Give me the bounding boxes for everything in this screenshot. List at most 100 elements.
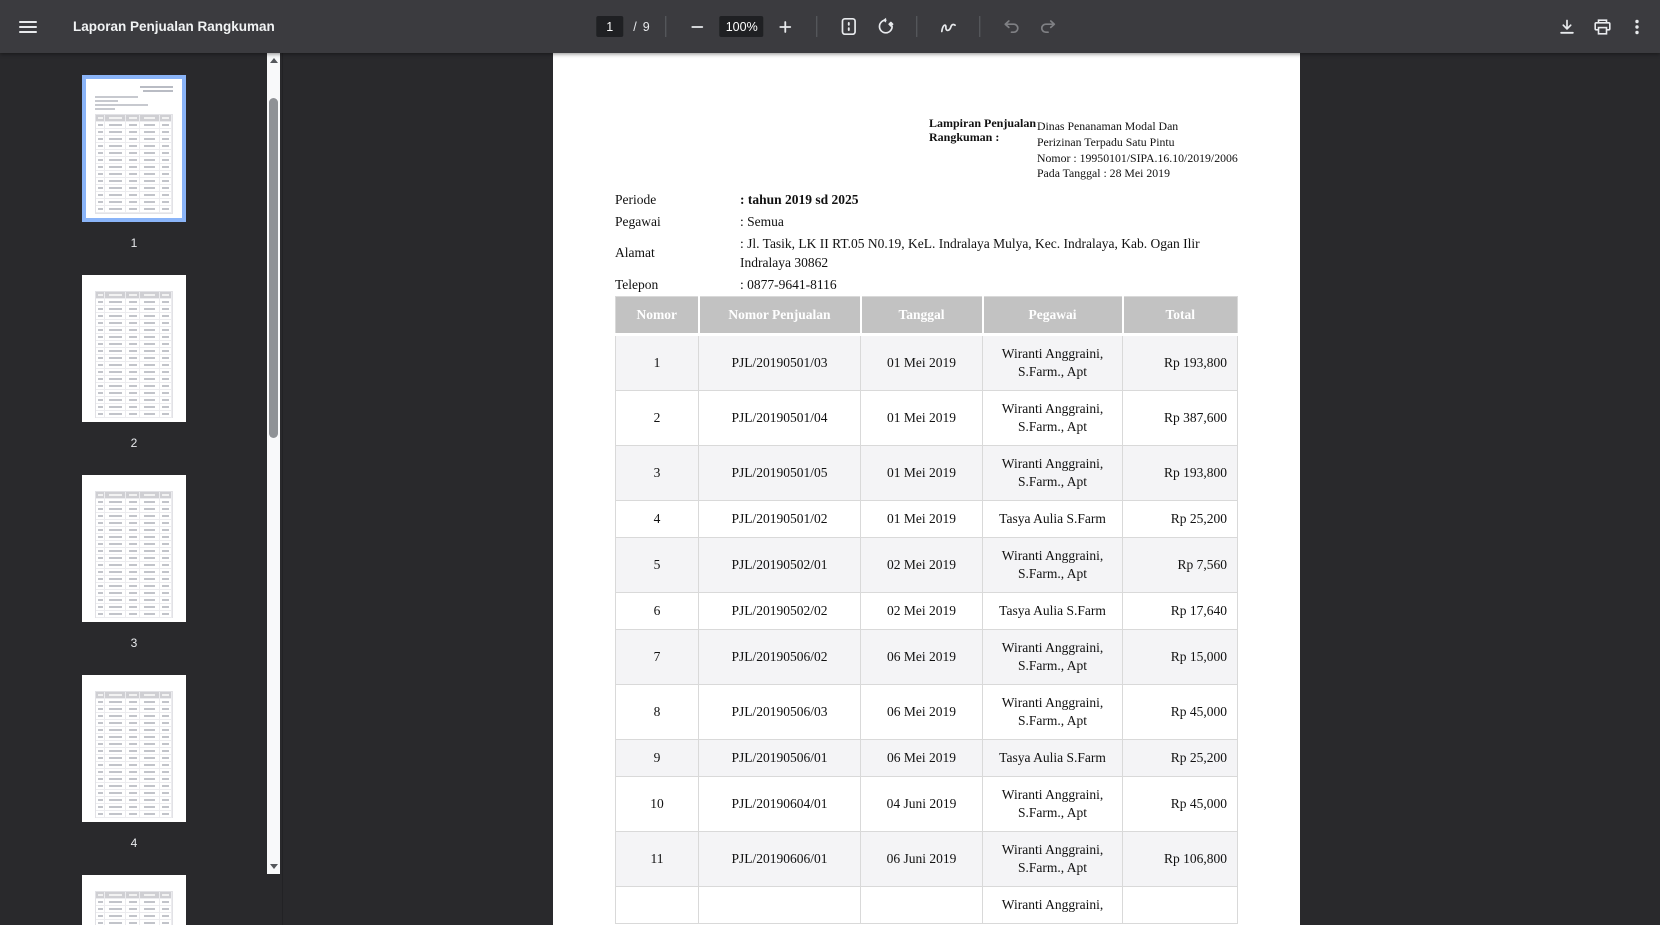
thumbnail-preview [86, 279, 182, 418]
cell-no_penjualan: PJL/20190506/03 [698, 684, 861, 740]
annotate-pen-icon [940, 23, 956, 32]
download-icon [1560, 19, 1574, 34]
cell-no_penjualan: PJL/20190501/03 [698, 334, 861, 391]
zoom-out-button[interactable] [683, 12, 713, 42]
thumbnail-item: 3 [82, 475, 186, 650]
cell-no_penjualan: PJL/20190506/02 [698, 629, 861, 685]
column-header: Pegawai [982, 296, 1124, 336]
cell-total: Rp 25,200 [1122, 500, 1238, 538]
scroll-up-icon[interactable] [267, 54, 280, 67]
thumbnail-item: 2 [82, 275, 186, 450]
table-row: 9 PJL/20190506/01 06 Mei 2019 Tasya Aulia S… [615, 739, 1238, 777]
document-title: Laporan Penjualan Rangkuman [73, 19, 275, 34]
meta-label: Telepon [615, 276, 659, 292]
pdf-toolbar: Laporan Penjualan Rangkuman / 9 100% [0, 0, 1660, 53]
undo-icon [1004, 20, 1020, 34]
scroll-down-icon[interactable] [267, 860, 280, 873]
minus-icon [691, 25, 704, 28]
page-total: 9 [642, 19, 650, 34]
table-row: 11 PJL/20190606/01 06 Juni 2019 Wiranti Ang… [615, 831, 1238, 887]
annotate-button[interactable] [934, 12, 964, 42]
table-row: 8 PJL/20190506/03 06 Mei 2019 Wiranti Anggr… [615, 684, 1238, 740]
cell-nomor: 3 [615, 445, 699, 501]
issuer-block: Dinas Penanaman Modal Dan Perizinan Terpa… [1037, 119, 1238, 182]
rotate-ccw-icon [878, 17, 894, 34]
toolbar-divider [665, 16, 667, 37]
page-separator: / [633, 19, 637, 34]
page-count: / 9 [633, 20, 649, 34]
table-row: 6 PJL/20190502/02 02 Mei 2019 Tasya Aulia S… [615, 592, 1238, 630]
cell-total: Rp 17,640 [1122, 592, 1238, 630]
cell-nomor: 10 [615, 776, 699, 832]
cell-total: Rp 45,000 [1122, 776, 1238, 832]
cell-pegawai: Wiranti Anggraini, S.Farm., Apt [982, 537, 1123, 593]
meta-row: Alamat : Jl. Tasik, LK II RT.05 N0.19, Ke… [615, 234, 1215, 272]
lampiran-label: Lampiran Penjualan Rangkuman : [929, 116, 1037, 144]
cell-tanggal [860, 886, 983, 924]
print-icon [1593, 18, 1611, 35]
zoom-in-button[interactable] [771, 12, 801, 42]
print-button[interactable] [1587, 12, 1617, 42]
thumbnail-preview [86, 79, 182, 218]
sales-table: Nomor Nomor Penjualan Tanggal Pegawai Total … [615, 296, 1238, 924]
cell-no_penjualan: PJL/20190506/01 [698, 739, 861, 777]
cell-nomor: 4 [615, 500, 699, 538]
cell-nomor: 7 [615, 629, 699, 685]
meta-value: : 0877-9641-8116 [740, 277, 837, 292]
download-button[interactable] [1552, 12, 1582, 42]
redo-button[interactable] [1034, 12, 1064, 42]
meta-label: Alamat [615, 245, 655, 260]
cell-nomor: 5 [615, 537, 699, 593]
sidebar-scrollbar[interactable] [267, 53, 280, 874]
cell-nomor: 8 [615, 684, 699, 740]
undo-button[interactable] [997, 12, 1027, 42]
page-number-input[interactable] [596, 16, 624, 37]
cell-total: Rp 7,560 [1122, 537, 1238, 593]
thumbnail-page-2[interactable] [82, 275, 186, 422]
cell-tanggal: 02 Mei 2019 [860, 537, 983, 593]
table-row: 4 PJL/20190501/02 01 Mei 2019 Tasya Aulia S… [615, 500, 1238, 538]
cell-total [1122, 886, 1238, 924]
cell-no_penjualan: PJL/20190502/02 [698, 592, 861, 630]
fit-to-page-button[interactable] [834, 12, 864, 42]
cell-no_penjualan: PJL/20190501/02 [698, 500, 861, 538]
cell-nomor: 1 [615, 334, 699, 391]
pdf-viewport[interactable]: Lampiran Penjualan Rangkuman : Dinas Pen… [283, 53, 1660, 925]
cell-no_penjualan: PJL/20190501/05 [698, 445, 861, 501]
kebab-menu-icon [1635, 19, 1639, 34]
column-header: Nomor [615, 296, 700, 336]
plus-icon [779, 20, 792, 33]
scrollbar-thumb[interactable] [269, 98, 278, 438]
cell-nomor: 11 [615, 831, 699, 887]
meta-value: : Jl. Tasik, LK II RT.05 N0.19, KeL. Ind… [740, 236, 1200, 270]
thumbnail-page-label: 3 [130, 636, 138, 650]
cell-tanggal: 01 Mei 2019 [860, 445, 983, 501]
cell-no_penjualan [698, 886, 861, 924]
cell-pegawai: Wiranti Anggraini, S.Farm., Apt [982, 334, 1123, 391]
zoom-level: 100% [719, 16, 764, 37]
table-header-row: Nomor Nomor Penjualan Tanggal Pegawai Total [615, 296, 1238, 336]
thumbnail-item: 4 [82, 675, 186, 850]
cell-total: Rp 193,800 [1122, 445, 1238, 501]
cell-no_penjualan: PJL/20190604/01 [698, 776, 861, 832]
thumbnail-page-5[interactable] [82, 875, 186, 925]
cell-pegawai: Wiranti Anggraini, S.Farm., Apt [982, 684, 1123, 740]
cell-no_penjualan: PJL/20190501/04 [698, 390, 861, 446]
cell-pegawai: Wiranti Anggraini, S.Farm., Apt [982, 629, 1123, 685]
thumbnail-page-3[interactable] [82, 475, 186, 622]
thumbnail-page-4[interactable] [82, 675, 186, 822]
menu-icon[interactable] [19, 11, 51, 43]
issuer-line: Dinas Penanaman Modal Dan [1037, 119, 1179, 133]
table-row: 3 PJL/20190501/05 01 Mei 2019 Wiranti Anggr… [615, 445, 1238, 501]
table-row: 2 PJL/20190501/04 01 Mei 2019 Wiranti Anggr… [615, 390, 1238, 446]
table-row: 1 PJL/20190501/03 01 Mei 2019 Wiranti Anggr… [615, 334, 1238, 391]
table-row: 5 PJL/20190502/01 02 Mei 2019 Wiranti Anggr… [615, 537, 1238, 593]
more-options-button[interactable] [1622, 12, 1652, 42]
rotate-button[interactable] [871, 12, 901, 42]
thumbnail-page-1[interactable] [82, 75, 186, 222]
thumbnail-item: 1 [82, 75, 186, 250]
column-header: Nomor Penjualan [698, 296, 862, 336]
fit-page-icon [841, 17, 856, 36]
cell-tanggal: 06 Mei 2019 [860, 684, 983, 740]
cell-tanggal: 04 Juni 2019 [860, 776, 983, 832]
